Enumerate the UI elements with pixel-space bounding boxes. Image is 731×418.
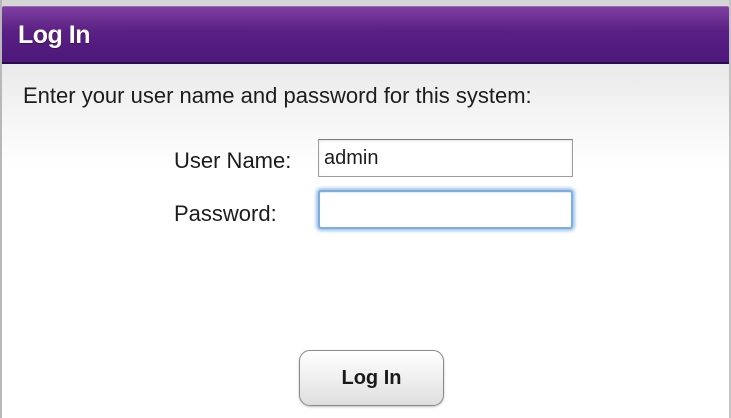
instruction-text: Enter your user name and password for th… <box>23 83 532 108</box>
username-input[interactable] <box>318 139 573 177</box>
login-button[interactable]: Log In <box>299 350 444 406</box>
password-label: Password: <box>174 201 277 226</box>
title-bar: Log In <box>2 6 729 64</box>
login-dialog: Log In Enter your user name and password… <box>0 0 731 418</box>
dialog-title: Log In <box>18 21 90 49</box>
password-input[interactable] <box>318 190 573 229</box>
username-label: User Name: <box>174 148 292 173</box>
